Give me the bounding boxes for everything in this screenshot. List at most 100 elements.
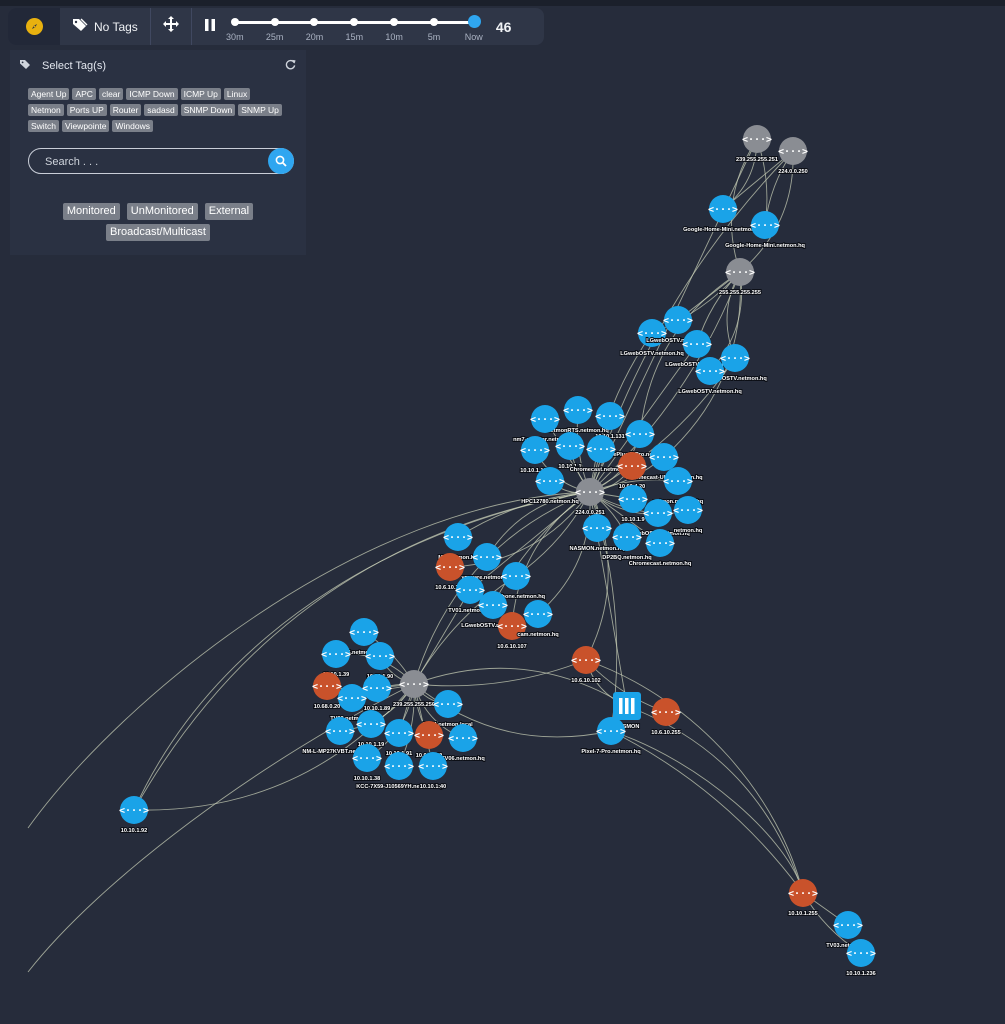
search-button[interactable] (268, 148, 294, 174)
device-node[interactable]: <···> netmon.hq (673, 496, 704, 535)
time-tick-label: 5m (427, 32, 441, 42)
svg-text:<···>: <···> (778, 147, 808, 158)
down-node[interactable]: <···> 10.10.1.255 (787, 879, 819, 918)
hub-node[interactable]: <···> 224.0.0.250 (777, 137, 809, 176)
svg-text:<···>: <···> (663, 316, 693, 327)
device-node[interactable]: <···> 10.10.1.40 (418, 752, 448, 791)
svg-text:<···>: <···> (337, 694, 367, 705)
tag-chip[interactable]: Linux (223, 88, 251, 100)
filter-row-1: Monitored UnMonitored External (10, 203, 306, 220)
node-label: 10.10.1.40 (420, 784, 446, 790)
svg-text:<···>: <···> (575, 488, 605, 499)
device-node[interactable]: <···> 10.10.1.92 (119, 796, 149, 835)
svg-text:<···>: <···> (384, 729, 414, 740)
svg-text:<···>: <···> (742, 135, 772, 146)
svg-text:<···>: <···> (788, 889, 818, 900)
time-tick-label: 15m (345, 32, 364, 42)
device-node[interactable]: <···>10.10.1.19 (356, 710, 386, 749)
search-box (28, 148, 294, 174)
node-label: 239.255.255.250 (393, 702, 435, 708)
down-node[interactable]: <···> 10.6.10.102 (570, 646, 602, 685)
tags-filter-button[interactable]: No Tags (60, 8, 151, 45)
svg-text:<···>: <···> (833, 921, 863, 932)
compass-button[interactable] (8, 8, 60, 45)
tag-chip[interactable]: APC (72, 88, 96, 100)
time-tick-label: Now (464, 32, 483, 42)
device-node[interactable]: <···> Pixel-7-Pro.netmon.hq (580, 717, 642, 756)
time-tick[interactable] (390, 18, 399, 26)
svg-text:<···>: <···> (643, 509, 673, 520)
svg-text:<···>: <···> (750, 221, 780, 232)
tag-chip[interactable]: Windows (112, 120, 153, 132)
filter-broadcast-multicast-button[interactable]: Broadcast/Multicast (106, 224, 210, 241)
node-label: 10.10.1.236 (846, 971, 876, 977)
node-label: NASMON.netmon.hq (569, 546, 625, 552)
tag-chip[interactable]: Ports UP (66, 104, 107, 116)
device-node[interactable]: <···> cam.netmon.hq (516, 600, 560, 639)
compass-icon (25, 18, 43, 35)
down-node[interactable]: <···>10.60.4.20 (617, 452, 647, 491)
tags-button-label: No Tags (94, 19, 138, 34)
time-tick[interactable] (310, 18, 319, 26)
down-node[interactable]: <···> 10.6.10.255 (650, 698, 682, 737)
refresh-icon[interactable] (285, 59, 296, 73)
svg-text:<···>: <···> (695, 367, 725, 378)
node-label: 10.68.0.20 (314, 704, 340, 710)
time-tick[interactable] (230, 18, 239, 26)
time-tick[interactable] (429, 18, 438, 26)
graph-link (413, 659, 587, 687)
tag-chip[interactable]: Viewpointe (62, 120, 110, 132)
svg-text:<···>: <···> (618, 495, 648, 506)
tag-chip[interactable]: clear (98, 88, 124, 100)
time-tick[interactable] (350, 18, 359, 26)
svg-text:<···>: <···> (612, 533, 642, 544)
svg-text:<···>: <···> (312, 682, 342, 693)
svg-text:<···>: <···> (433, 700, 463, 711)
svg-text:<···>: <···> (119, 806, 149, 817)
svg-text:<···>: <···> (649, 453, 679, 464)
hub-node[interactable]: <···> 239.255.255.251 (735, 125, 779, 164)
device-node[interactable]: <···>10.10.1.1 (555, 432, 585, 471)
filter-external-button[interactable]: External (204, 203, 254, 220)
svg-text:<···>: <···> (563, 406, 593, 417)
node-label: 10.6.10.255 (651, 730, 681, 736)
pause-button[interactable] (198, 8, 222, 45)
graph-link (413, 589, 471, 685)
device-count: 46 (495, 18, 512, 35)
svg-text:<···>: <···> (595, 412, 625, 423)
tag-chip[interactable]: Switch (28, 120, 60, 132)
tag-chip[interactable]: SNMP Down (180, 104, 236, 116)
hub-node[interactable]: <···> 239.255.255.250 (392, 670, 436, 709)
device-node[interactable]: <···>10.10.1.91 (384, 719, 414, 758)
tag-icon (20, 59, 32, 73)
tag-chip[interactable]: SNMP Up (238, 104, 282, 116)
svg-text:<···>: <···> (645, 539, 675, 550)
hub-node[interactable]: <···>224.0.0.251 (574, 478, 606, 517)
svg-text:<···>: <···> (725, 268, 755, 279)
time-tick-label: 30m (226, 32, 244, 42)
svg-text:<···>: <···> (720, 354, 750, 365)
tag-chip[interactable]: Router (109, 104, 142, 116)
time-slider[interactable]: 30m 25m 20m 15m 10m 5m Now (224, 8, 486, 45)
filter-monitored-button[interactable]: Monitored (62, 203, 120, 220)
device-node[interactable]: <···> 10.10.1.236 (845, 939, 877, 978)
node-label: 10.10.1.255 (788, 911, 818, 917)
device-node[interactable]: <···>10.10.1.90 (365, 642, 395, 681)
tag-chip[interactable]: ICMP Up (180, 88, 221, 100)
search-input[interactable] (43, 153, 257, 171)
node-label: Google-Home-Mini.netmon.hq (725, 243, 805, 249)
graph-link (610, 730, 804, 894)
device-node[interactable]: <···> 10.10.1.38 (352, 744, 382, 783)
tag-chip[interactable]: ICMP Down (126, 88, 178, 100)
svg-text:<···>: <···> (586, 445, 616, 456)
time-tick[interactable] (270, 18, 279, 26)
move-button[interactable] (151, 8, 192, 45)
device-node[interactable]: <···>10.10.1.131 (594, 402, 626, 441)
svg-text:<···>: <···> (472, 553, 502, 564)
tag-chip[interactable]: Agent Up (28, 88, 70, 100)
hub-node[interactable]: <···> 255.255.255.255 (718, 258, 762, 297)
tag-chip[interactable]: Netmon (28, 104, 64, 116)
time-slider-handle[interactable] (467, 15, 481, 28)
filter-unmonitored-button[interactable]: UnMonitored (126, 203, 198, 220)
tag-chip[interactable]: sadasd (144, 104, 178, 116)
